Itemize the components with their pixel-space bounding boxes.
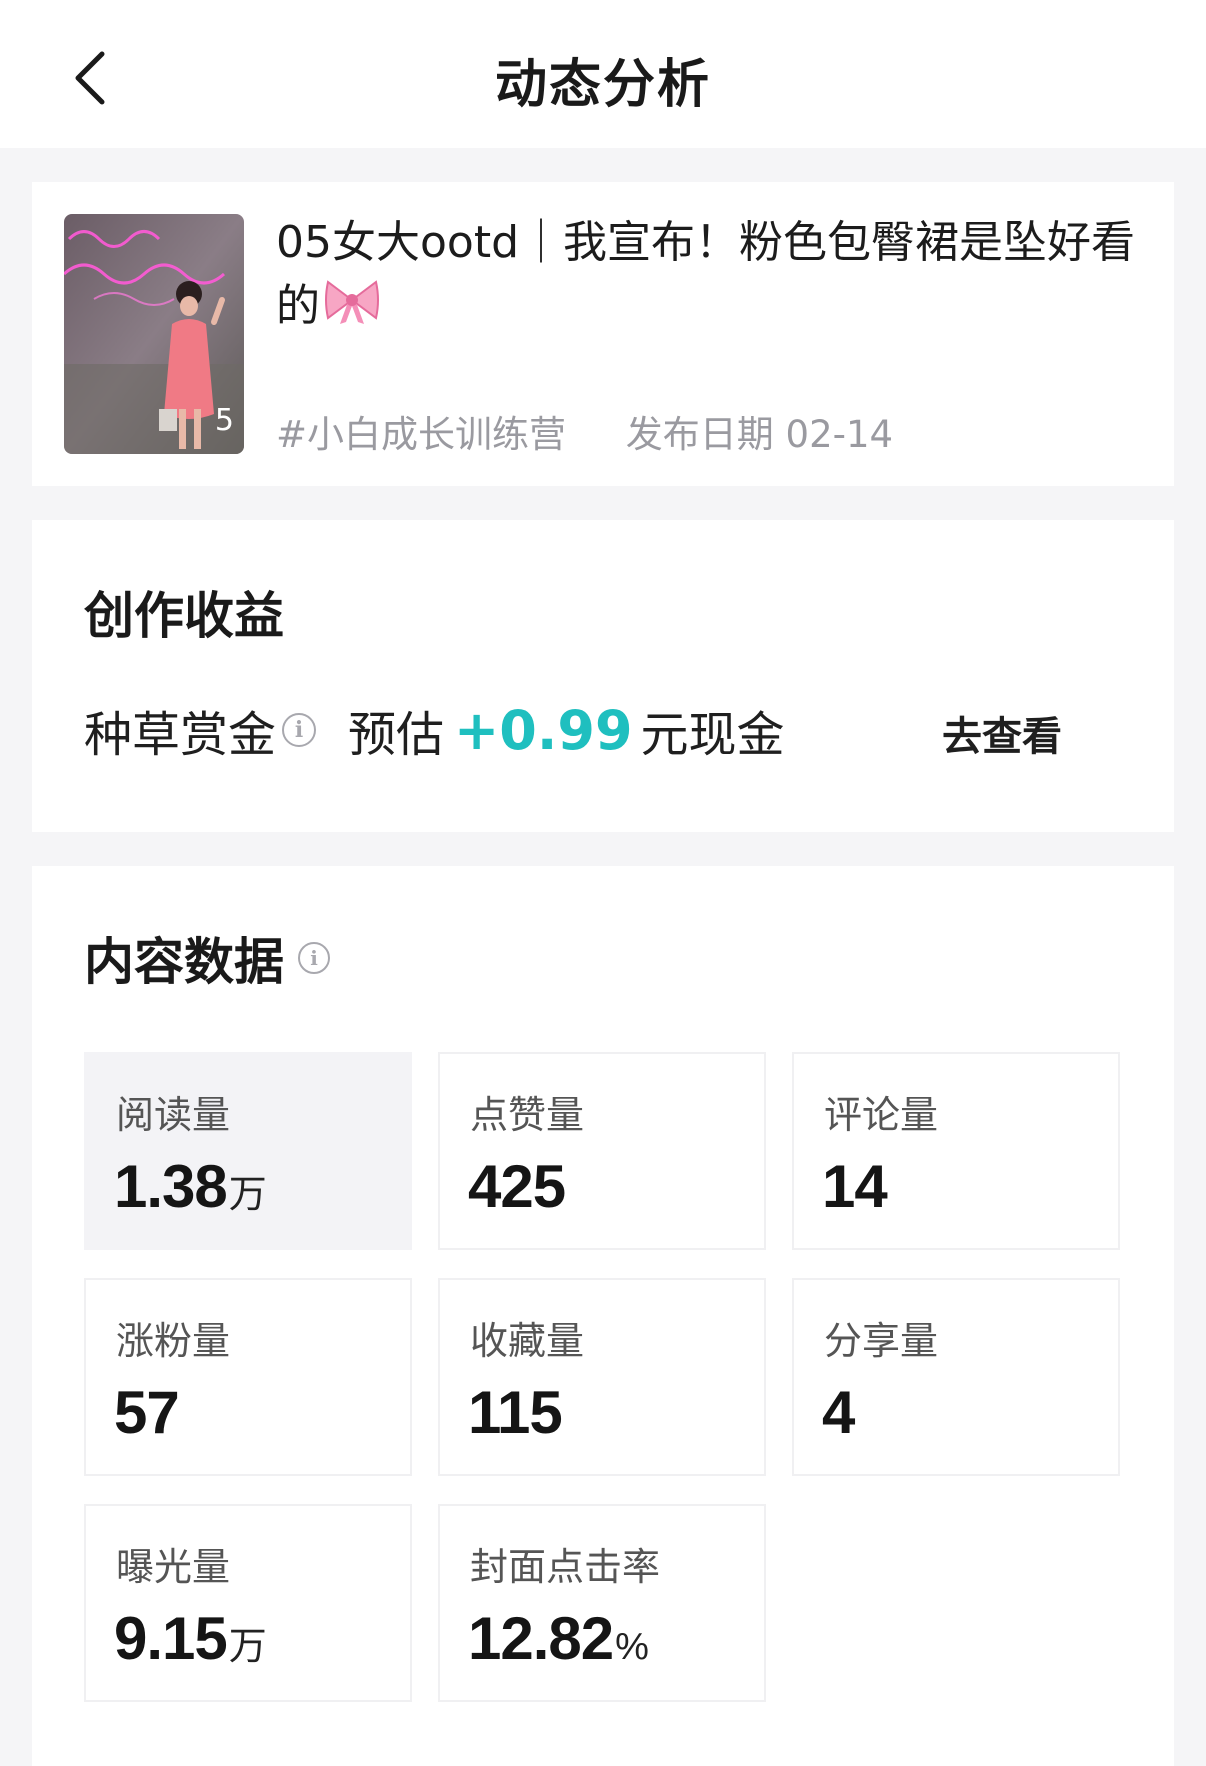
stat-label: 阅读量 (116, 1093, 231, 1137)
post-thumbnail[interactable]: 5 (64, 214, 244, 454)
content-data-header: 内容数据 i (84, 922, 330, 994)
top-bar: 动态分析 (0, 0, 1206, 148)
stat-label: 评论量 (824, 1093, 939, 1137)
stat-card-saves[interactable]: 收藏量 115 (438, 1278, 766, 1476)
page-title: 动态分析 (494, 55, 711, 115)
content-data-card: 内容数据 i 阅读量 1.38万 点赞量 425 评论量 14 涨粉量 57 收… (32, 866, 1174, 1766)
stat-value: 57 (114, 1379, 180, 1446)
stat-card-cover-ctr[interactable]: 封面点击率 12.82% (438, 1504, 766, 1702)
earnings-suffix: 元现金 (640, 707, 785, 763)
stat-label: 分享量 (824, 1319, 939, 1363)
stat-label: 点赞量 (470, 1093, 585, 1137)
earnings-title: 创作收益 (84, 587, 284, 645)
stat-value: 9.15万 (114, 1605, 267, 1672)
view-earnings-button[interactable]: 去查看 (942, 704, 1062, 762)
stat-value: 14 (822, 1153, 888, 1220)
post-date: 发布日期 02-14 (625, 413, 894, 456)
info-icon[interactable]: i (298, 942, 330, 974)
earnings-row: 种草赏金 i 预估 +0.99 元现金 去查看 (84, 690, 1124, 770)
earnings-label: 种草赏金 (84, 707, 277, 763)
thumb-badge: 5 (214, 403, 234, 438)
stat-card-reads[interactable]: 阅读量 1.38万 (84, 1052, 412, 1250)
bow-icon (324, 274, 380, 343)
stat-value: 115 (468, 1379, 563, 1446)
stat-card-shares[interactable]: 分享量 4 (792, 1278, 1120, 1476)
content-data-title: 内容数据 (84, 933, 284, 991)
stat-label: 封面点击率 (470, 1545, 661, 1589)
info-icon[interactable]: i (282, 713, 317, 747)
post-meta: #小白成长训练营 发布日期 02-14 (276, 404, 893, 458)
stat-card-comments[interactable]: 评论量 14 (792, 1052, 1120, 1250)
earnings-amount: +0.99 (454, 698, 633, 762)
stat-card-followers[interactable]: 涨粉量 57 (84, 1278, 412, 1476)
earnings-estimate-prefix: 预估 (348, 707, 445, 763)
stat-value: 4 (822, 1379, 855, 1446)
stat-label: 曝光量 (116, 1545, 231, 1589)
earnings-card: 创作收益 种草赏金 i 预估 +0.99 元现金 去查看 (32, 520, 1174, 832)
stat-value: 425 (468, 1153, 566, 1220)
post-title-text: 05女大ootd｜我宣布！粉色包臀裙是坠好看的 (276, 217, 1136, 332)
post-hashtag[interactable]: #小白成长训练营 (276, 413, 566, 456)
stat-value: 1.38万 (114, 1153, 267, 1220)
post-card[interactable]: 5 05女大ootd｜我宣布！粉色包臀裙是坠好看的 #小白成长训练营 发布日期 … (32, 182, 1174, 486)
stat-label: 涨粉量 (116, 1319, 231, 1363)
stat-label: 收藏量 (470, 1319, 585, 1363)
stat-value: 12.82% (468, 1605, 649, 1672)
stat-card-impressions[interactable]: 曝光量 9.15万 (84, 1504, 412, 1702)
post-title: 05女大ootd｜我宣布！粉色包臀裙是坠好看的 (276, 212, 1136, 343)
stat-card-likes[interactable]: 点赞量 425 (438, 1052, 766, 1250)
